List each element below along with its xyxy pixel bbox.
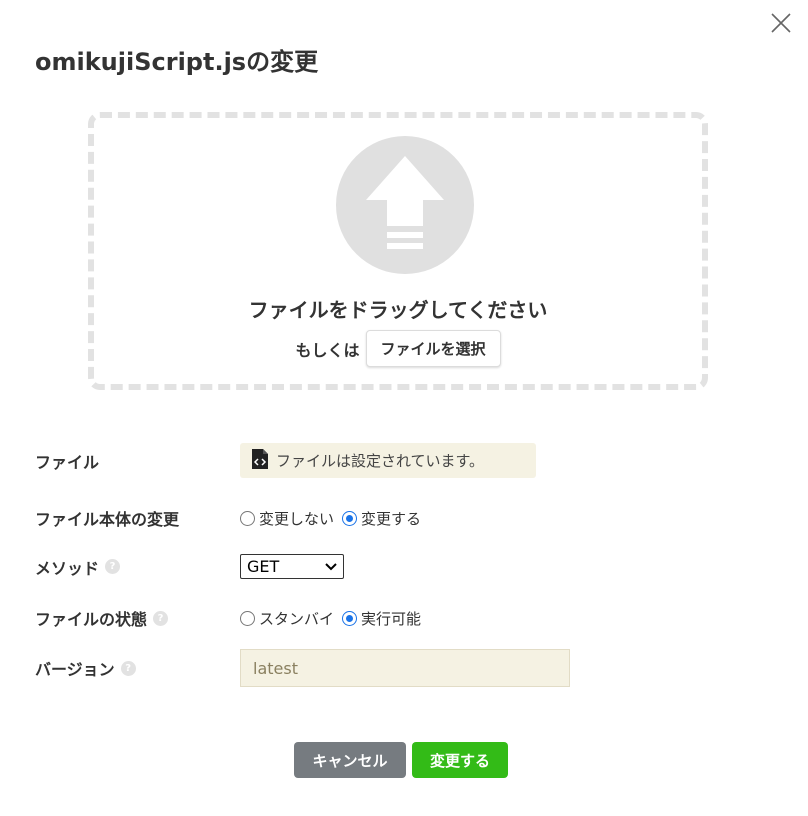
submit-change-button[interactable]: 変更する (412, 742, 508, 778)
or-text: もしくは (295, 340, 360, 360)
change-label: 変更する (361, 509, 422, 528)
file-status-box: ファイルは設定されています。 (240, 443, 536, 478)
help-icon[interactable]: ? (153, 610, 169, 626)
version-label: バージョン ? (35, 656, 240, 680)
standby-label: スタンバイ (259, 609, 335, 628)
file-dropzone[interactable]: ファイルをドラッグしてください もしくは ファイルを選択 (88, 112, 708, 390)
method-select[interactable]: GET (240, 554, 344, 579)
executable-label: 実行可能 (361, 609, 422, 628)
version-input[interactable] (240, 649, 570, 687)
upload-arrow-icon (336, 136, 474, 274)
no-change-radio[interactable] (240, 510, 255, 526)
change-body-row: ファイル本体の変更 変更しない 変更する (35, 506, 421, 530)
code-file-icon (252, 448, 268, 473)
help-icon[interactable]: ? (120, 660, 136, 676)
executable-radio[interactable] (342, 610, 358, 626)
change-body-label: ファイル本体の変更 (35, 510, 180, 529)
method-label: メソッド ? (35, 555, 240, 579)
method-value: GET (247, 557, 280, 576)
state-row: ファイルの状態 ? スタンバイ 実行可能 (35, 606, 421, 630)
select-file-button[interactable]: ファイルを選択 (365, 330, 501, 367)
file-label: ファイル (35, 452, 100, 472)
no-change-label: 変更しない (259, 509, 335, 528)
chevron-down-icon (325, 562, 337, 570)
state-label: ファイルの状態 ? (35, 606, 240, 630)
close-icon[interactable] (770, 12, 792, 34)
method-row: メソッド ? GET (35, 554, 344, 579)
version-row: バージョン ? (35, 649, 570, 687)
file-row: ファイル ファイルは設定されています。 (35, 443, 536, 478)
dialog-footer: キャンセル 変更する (0, 742, 808, 778)
change-radio[interactable] (342, 510, 358, 526)
file-status-text: ファイルは設定されています。 (276, 452, 485, 470)
help-icon[interactable]: ? (105, 559, 121, 574)
cancel-button[interactable]: キャンセル (294, 742, 406, 778)
standby-radio[interactable] (240, 610, 255, 626)
dialog-title: omikujiScript.jsの変更 (35, 48, 319, 76)
drag-instruction: ファイルをドラッグしてください (248, 298, 548, 322)
